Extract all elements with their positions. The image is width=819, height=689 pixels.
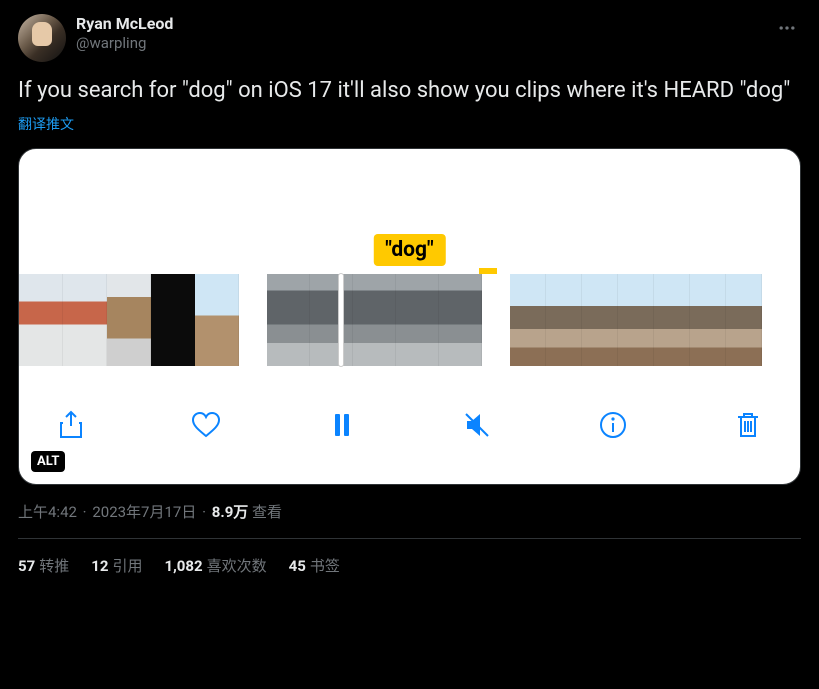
timeline-gap: [239, 274, 267, 366]
views-label: 查看: [252, 503, 282, 521]
timeline-frame: [618, 274, 654, 366]
translate-link[interactable]: 翻译推文: [18, 114, 801, 134]
mute-button[interactable]: [459, 407, 495, 443]
likes-stat[interactable]: 1,082 喜欢次数: [164, 555, 266, 576]
retweets-count: 57: [18, 557, 35, 575]
tweet-time[interactable]: 上午4:42: [18, 503, 77, 521]
retweets-label: 转推: [39, 557, 69, 575]
speaker-muted-icon: [461, 409, 493, 441]
timeline-frame: [510, 274, 546, 366]
playhead[interactable]: [339, 274, 343, 366]
timeline-frame: [151, 274, 195, 366]
timeline-frame: [310, 274, 353, 366]
trash-icon: [732, 409, 764, 441]
timeline-marker: [479, 268, 497, 274]
author-names[interactable]: Ryan McLeod @warpling: [76, 14, 173, 53]
timeline-frame: [19, 274, 63, 366]
video-timeline[interactable]: [19, 274, 800, 366]
timeline-frame: [107, 274, 151, 366]
bookmarks-count: 45: [289, 557, 306, 575]
avatar[interactable]: [18, 14, 66, 62]
timeline-frame: [63, 274, 107, 366]
info-icon: [597, 409, 629, 441]
display-name: Ryan McLeod: [76, 14, 173, 34]
likes-count: 1,082: [164, 557, 202, 575]
like-button[interactable]: [188, 407, 224, 443]
bookmarks-label: 书签: [310, 557, 340, 575]
quotes-stat[interactable]: 12引用: [91, 555, 142, 576]
bookmarks-stat[interactable]: 45书签: [289, 555, 340, 576]
timeline-frame: [396, 274, 439, 366]
timeline-frame: [582, 274, 618, 366]
clip-group-3: [510, 274, 762, 366]
timeline-gap: [482, 274, 510, 366]
more-icon: [777, 18, 797, 38]
tweet-date[interactable]: 2023年7月17日: [92, 503, 196, 521]
views-count: 8.9万: [212, 503, 249, 521]
media-inner: "dog": [19, 149, 800, 484]
search-label-row: "dog": [19, 149, 800, 274]
clip-group-1: [19, 274, 239, 366]
quotes-count: 12: [91, 557, 108, 575]
quotes-label: 引用: [112, 557, 142, 575]
search-term-badge: "dog": [373, 234, 445, 266]
tweet-text: If you search for "dog" on iOS 17 it'll …: [18, 76, 801, 106]
alt-badge[interactable]: ALT: [31, 451, 65, 472]
engagement-stats: 57转推 12引用 1,082 喜欢次数 45书签: [18, 539, 801, 576]
clip-group-2: [267, 274, 482, 366]
timeline-frame: [690, 274, 726, 366]
timeline-frame: [353, 274, 396, 366]
media-toolbar: [19, 366, 800, 484]
meta-separator: ·: [83, 503, 87, 521]
media-card[interactable]: "dog": [18, 148, 801, 485]
share-button[interactable]: [53, 407, 89, 443]
heart-icon: [190, 409, 222, 441]
timeline-frame: [439, 274, 482, 366]
timeline-frame: [267, 274, 310, 366]
tweet-container: Ryan McLeod @warpling If you search for …: [0, 0, 819, 588]
timeline-frame: [195, 274, 239, 366]
tweet-header: Ryan McLeod @warpling: [18, 14, 801, 62]
meta-separator: ·: [202, 503, 206, 521]
more-button[interactable]: [773, 14, 801, 46]
tweet-meta: 上午4:42 · 2023年7月17日 · 8.9万 查看: [18, 501, 801, 522]
timeline-frame: [654, 274, 690, 366]
timeline-frame: [726, 274, 762, 366]
delete-button[interactable]: [730, 407, 766, 443]
handle: @warpling: [76, 34, 173, 53]
share-icon: [55, 409, 87, 441]
pause-icon: [326, 409, 358, 441]
likes-label: 喜欢次数: [207, 557, 267, 575]
info-button[interactable]: [595, 407, 631, 443]
retweets-stat[interactable]: 57转推: [18, 555, 69, 576]
pause-button[interactable]: [324, 407, 360, 443]
timeline-frame: [546, 274, 582, 366]
